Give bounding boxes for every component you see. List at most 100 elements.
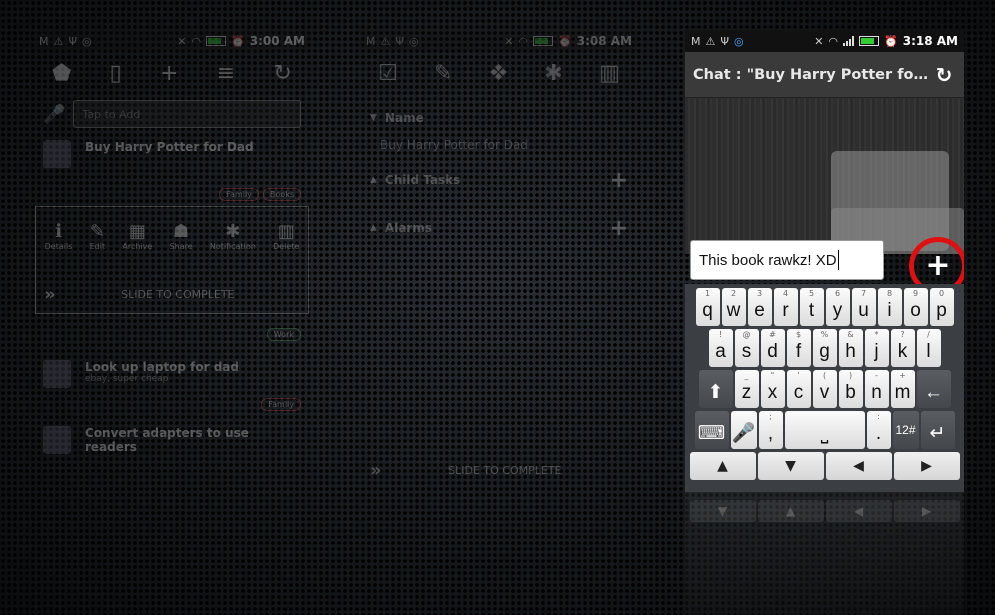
key-label: e: [754, 300, 765, 321]
letter-key[interactable]: ' c: [786, 370, 811, 408]
pencil-icon[interactable]: ✎: [434, 61, 452, 86]
letter-key[interactable]: (v: [812, 370, 837, 408]
edit-button[interactable]: ✎ Edit: [90, 221, 106, 251]
checkbox-icon[interactable]: ☑: [378, 61, 398, 86]
key-hint: 0: [938, 289, 945, 298]
microphone-icon: 🎤: [731, 423, 756, 444]
letter-key[interactable]: 7u: [851, 288, 876, 326]
enter-icon: ↵: [929, 423, 946, 444]
keyboard-switch-key[interactable]: ⌨: [694, 411, 729, 449]
key-hint: 3: [756, 289, 763, 298]
arrow-right-key[interactable]: ▶: [893, 452, 960, 480]
letter-key[interactable]: + m: [890, 370, 915, 408]
symbols-key[interactable]: 12#: [892, 411, 919, 449]
list-item[interactable]: Look up laptop for dad ebay, super cheap: [33, 354, 311, 390]
add-alarm-button[interactable]: +: [610, 216, 628, 241]
letter-key[interactable]: 1q: [695, 288, 720, 326]
tag-badge: Work: [266, 328, 301, 341]
letter-key[interactable]: $ f: [786, 329, 811, 367]
task-name-value: Buy Harry Potter for Dad: [380, 138, 528, 152]
alarms-header[interactable]: ▲ Alarms +: [370, 214, 628, 242]
child-tasks-header[interactable]: ▲ Child Tasks +: [370, 166, 628, 194]
add-child-task-button[interactable]: +: [610, 168, 628, 193]
letter-key[interactable]: 3e: [747, 288, 772, 326]
name-section-header[interactable]: ▼ Name: [370, 104, 628, 132]
task-list-screen: M ⚠ Ψ ◎ ✕ ◠ ⏰ 3:00 AM ⬟ ▯ + ≡ ↻ 🎤 Tap to Add B…: [33, 30, 311, 615]
keyboard-icon: ⌨: [697, 423, 726, 444]
archive-button[interactable]: ▦ Archive: [122, 221, 152, 251]
letter-key[interactable]: * j: [864, 329, 889, 367]
letter-key[interactable]: 6y: [825, 288, 850, 326]
letter-key[interactable]: 0p: [929, 288, 954, 326]
expand-icon: ▲: [370, 223, 377, 233]
slide-to-complete[interactable]: » SLIDE TO COMPLETE: [370, 458, 628, 482]
action-label: Share: [169, 242, 193, 251]
letter-key[interactable]: # d: [760, 329, 785, 367]
status-time: 3:08 AM: [576, 34, 632, 48]
letter-key[interactable]: / l: [916, 329, 941, 367]
letter-key[interactable]: @ s: [734, 329, 759, 367]
tag-badge: Family: [219, 188, 259, 201]
task-title: Buy Harry Potter for Dad: [85, 140, 254, 154]
tags-icon[interactable]: ❖: [489, 61, 509, 86]
sort-icon[interactable]: ≡: [217, 61, 235, 86]
microphone-icon[interactable]: 🎤: [43, 104, 65, 125]
backspace-icon: ←: [924, 382, 943, 403]
android-icon[interactable]: ✱: [545, 61, 563, 86]
quick-add-input[interactable]: Tap to Add: [73, 100, 301, 128]
share-button[interactable]: ☗ Share: [170, 221, 193, 251]
key-label: p: [936, 300, 947, 321]
backspace-key[interactable]: ←: [916, 370, 951, 408]
key-label: f: [795, 341, 802, 362]
letter-key[interactable]: 2w: [721, 288, 746, 326]
status-time: 3:18 AM: [902, 34, 958, 48]
keyboard-reflection: ▼ ▲ ◀ ▶: [685, 492, 964, 615]
voice-key[interactable]: 🎤: [730, 411, 757, 449]
sync-icon: ◎: [734, 34, 744, 48]
usb-icon: Ψ: [720, 34, 730, 48]
trash-icon[interactable]: ▥: [599, 61, 620, 86]
key-label: k: [897, 341, 908, 362]
arrow-up-key[interactable]: ▲: [689, 452, 756, 480]
notification-button[interactable]: ✱ Notification: [210, 221, 256, 251]
comma-key[interactable]: ;,: [758, 411, 783, 449]
letter-key[interactable]: 5t: [799, 288, 824, 326]
key-label: g: [819, 341, 830, 362]
key-label: r: [782, 300, 789, 321]
delete-button[interactable]: ▥ Delete: [273, 221, 299, 251]
enter-key[interactable]: ↵: [920, 411, 955, 449]
details-button[interactable]: ℹ Details: [45, 221, 73, 251]
add-icon[interactable]: +: [160, 61, 178, 86]
list-item[interactable]: Convert adapters to use readers: [33, 420, 311, 460]
space-key[interactable]: ⎵: [784, 411, 865, 449]
letter-key[interactable]: -n: [864, 370, 889, 408]
letter-key[interactable]: % g: [812, 329, 837, 367]
letter-key[interactable]: ! a: [708, 329, 733, 367]
keyboard-row-3: ⬆ _ z " x ' c(v) b - n + m ←: [685, 370, 964, 408]
letter-key[interactable]: _ z: [734, 370, 759, 408]
slide-to-complete[interactable]: » SLIDE TO COMPLETE: [44, 283, 300, 305]
letter-key[interactable]: ) b: [838, 370, 863, 408]
arrow-down-key[interactable]: ▼: [757, 452, 824, 480]
letter-key[interactable]: ? k: [890, 329, 915, 367]
letter-key[interactable]: 9o: [903, 288, 928, 326]
sync-icon[interactable]: ↻: [273, 61, 291, 86]
battery-icon: [859, 36, 880, 46]
letter-key[interactable]: " x: [760, 370, 785, 408]
shift-key[interactable]: ⬆: [698, 370, 733, 408]
letter-key[interactable]: 4r: [773, 288, 798, 326]
key-label: z: [741, 382, 752, 403]
letter-key[interactable]: 8i: [877, 288, 902, 326]
period-key[interactable]: :.: [866, 411, 891, 449]
refresh-icon[interactable]: ↻: [932, 63, 956, 87]
letter-key[interactable]: & h: [838, 329, 863, 367]
tag-icon[interactable]: ⬟: [52, 61, 71, 86]
key-label: 12#: [895, 423, 916, 437]
list-item[interactable]: Buy Harry Potter for Dad: [33, 134, 311, 168]
message-input[interactable]: This book rawkz! XD: [690, 240, 884, 280]
task-title: Look up laptop for dad: [85, 360, 239, 374]
task-detail-screen: M ⚠ Ψ ◎ ✕ ◠ ⏰ 3:08 AM ☑ ✎ ❖ ✱ ▥ ▼ Name Buy Harr…: [360, 30, 638, 615]
gmail-icon: M: [39, 34, 49, 48]
arrow-left-key[interactable]: ◀: [825, 452, 892, 480]
filter-icon[interactable]: ▯: [110, 61, 122, 86]
